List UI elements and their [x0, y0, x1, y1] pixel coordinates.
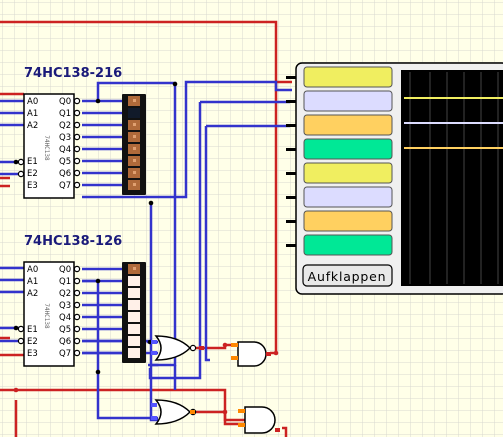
- circuit-canvas[interactable]: 74HC138-216 74HC138 A0 A1 A2 E1 E2 E3 Q0…: [0, 0, 503, 437]
- and-gate-2[interactable]: [244, 406, 276, 434]
- led-highlight: [133, 99, 136, 102]
- analyzer-channel-7[interactable]: [303, 210, 393, 232]
- led-1: [128, 108, 140, 118]
- led-highlight: [133, 159, 136, 162]
- led-bar-bottom[interactable]: [122, 262, 146, 363]
- pin-q1: Q1: [59, 109, 71, 119]
- decoder-top-title: 74HC138-216: [24, 66, 122, 81]
- led-bar-top[interactable]: [122, 94, 146, 195]
- pin-q7: Q7: [59, 181, 71, 191]
- analyzer-channel-2[interactable]: [303, 90, 393, 112]
- expand-button[interactable]: Aufklappen: [302, 264, 393, 287]
- pin-q5: Q5: [59, 157, 71, 167]
- pin-q2: Q2: [59, 289, 71, 299]
- led-3: [128, 300, 140, 310]
- analyzer-channel-1[interactable]: [303, 66, 393, 88]
- pin-a0: A0: [27, 265, 38, 275]
- analyzer-channel-8[interactable]: [303, 234, 393, 256]
- pin-q1: Q1: [59, 277, 71, 287]
- analyzer-channel-4[interactable]: [303, 138, 393, 160]
- pin-q6: Q6: [59, 337, 71, 347]
- led-highlight: [133, 183, 136, 186]
- decoder-bottom-chip-label: 74HC138: [43, 303, 50, 329]
- led-highlight: [133, 147, 136, 150]
- pin-q3: Q3: [59, 133, 71, 143]
- pin-q4: Q4: [59, 145, 71, 155]
- pin-q2: Q2: [59, 121, 71, 131]
- led-4: [128, 312, 140, 322]
- led-highlight: [133, 171, 136, 174]
- pin-q0: Q0: [59, 265, 71, 275]
- pin-a1: A1: [27, 277, 38, 287]
- logic-analyzer[interactable]: Aufklappen: [286, 62, 503, 295]
- pin-q4: Q4: [59, 313, 71, 323]
- pin-q0: Q0: [59, 97, 71, 107]
- pin-q3: Q3: [59, 301, 71, 311]
- pin-a2: A2: [27, 289, 38, 299]
- pin-q5: Q5: [59, 325, 71, 335]
- pin-e2: E2: [27, 169, 38, 179]
- analyzer-display[interactable]: [401, 70, 503, 286]
- led-highlight: [133, 123, 136, 126]
- pin-e3: E3: [27, 349, 38, 359]
- decoder-top-chip-label: 74HC138: [43, 135, 50, 161]
- pin-q7: Q7: [59, 349, 71, 359]
- pin-e3: E3: [27, 181, 38, 191]
- analyzer-channel-3[interactable]: [303, 114, 393, 136]
- expand-button-label: Aufklappen: [308, 269, 387, 284]
- led-1: [128, 276, 140, 286]
- pin-q6: Q6: [59, 169, 71, 179]
- led-highlight: [133, 135, 136, 138]
- analyzer-channel-6[interactable]: [303, 186, 393, 208]
- pin-e2: E2: [27, 337, 38, 347]
- decoder-bottom-title: 74HC138-126: [24, 234, 122, 249]
- pin-e1: E1: [27, 325, 38, 335]
- led-7: [128, 348, 140, 358]
- pin-a1: A1: [27, 109, 38, 119]
- led-5: [128, 324, 140, 334]
- led-highlight: [133, 267, 136, 270]
- pin-a2: A2: [27, 121, 38, 131]
- pin-a0: A0: [27, 97, 38, 107]
- and-gate-1[interactable]: [237, 341, 267, 367]
- nor-bubble: [189, 344, 197, 352]
- analyzer-channel-5[interactable]: [303, 162, 393, 184]
- led-2: [128, 288, 140, 298]
- led-6: [128, 336, 140, 346]
- pin-e1: E1: [27, 157, 38, 167]
